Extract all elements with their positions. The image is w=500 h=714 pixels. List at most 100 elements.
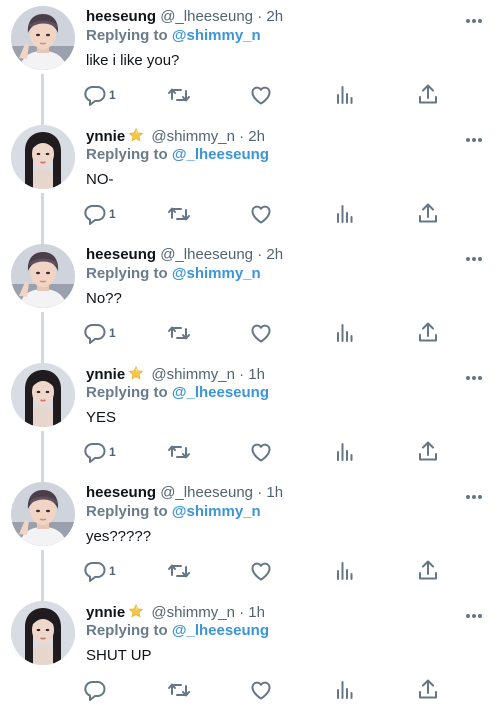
- retweet-icon: [168, 88, 190, 102]
- like-button[interactable]: [248, 558, 274, 584]
- analytics-button[interactable]: [332, 320, 358, 346]
- retweet-button[interactable]: [166, 201, 192, 227]
- analytics-button[interactable]: [332, 201, 358, 227]
- share-button[interactable]: [415, 677, 441, 703]
- tweet[interactable]: ynnie @shimmy_n · 1h Replying to @_lhees…: [0, 595, 500, 714]
- more-options-icon[interactable]: [464, 488, 484, 499]
- heart-icon: [251, 324, 271, 343]
- reply-icon: [84, 442, 106, 463]
- retweet-icon: [168, 683, 190, 697]
- display-name[interactable]: heeseung: [86, 8, 156, 25]
- analytics-icon: [337, 324, 353, 342]
- star-emoji-icon: [128, 603, 144, 624]
- reply-count: 1: [109, 88, 116, 102]
- reply-button[interactable]: 1: [82, 558, 116, 584]
- replying-to-handle-link[interactable]: @_lheeseung: [172, 384, 269, 401]
- reply-button[interactable]: 1: [82, 439, 116, 465]
- like-button[interactable]: [248, 677, 274, 703]
- replying-to-handle-link[interactable]: @_lheeseung: [172, 146, 269, 163]
- share-button[interactable]: [415, 82, 441, 108]
- tweet[interactable]: heeseung @_lheeseung · 2h Replying to @s…: [0, 238, 500, 364]
- tweet-actions: 1: [82, 82, 442, 108]
- avatar[interactable]: [11, 125, 75, 189]
- retweet-button[interactable]: [166, 320, 192, 346]
- tweet-text: No??: [86, 290, 122, 307]
- retweet-button[interactable]: [166, 558, 192, 584]
- more-options-icon[interactable]: [464, 250, 484, 261]
- display-name[interactable]: heeseung: [86, 484, 156, 501]
- avatar[interactable]: [11, 6, 75, 70]
- user-handle[interactable]: @shimmy_n: [151, 604, 235, 621]
- reply-button[interactable]: 1: [82, 320, 116, 346]
- tweet-actions: [82, 677, 442, 703]
- more-options-icon[interactable]: [464, 369, 484, 380]
- heart-icon: [251, 86, 271, 105]
- avatar[interactable]: [11, 244, 75, 308]
- share-button[interactable]: [415, 558, 441, 584]
- more-options-icon[interactable]: [464, 607, 484, 618]
- retweet-icon: [168, 564, 190, 578]
- reply-button[interactable]: [82, 677, 109, 703]
- reply-button[interactable]: 1: [82, 82, 116, 108]
- analytics-icon: [337, 562, 353, 580]
- share-button[interactable]: [415, 439, 441, 465]
- tweet[interactable]: ynnie @shimmy_n · 1h Replying to @_lhees…: [0, 357, 500, 483]
- retweet-button[interactable]: [166, 439, 192, 465]
- analytics-button[interactable]: [332, 558, 358, 584]
- display-name[interactable]: ynnie: [86, 366, 125, 383]
- replying-to: Replying to @shimmy_n: [86, 265, 261, 283]
- replying-to-label: Replying to: [86, 27, 168, 44]
- tweet-header: ynnie @shimmy_n · 1h: [86, 603, 265, 624]
- retweet-button[interactable]: [166, 677, 192, 703]
- user-handle[interactable]: @shimmy_n: [151, 366, 235, 383]
- replying-to-handle-link[interactable]: @shimmy_n: [172, 265, 261, 282]
- avatar[interactable]: [11, 601, 75, 665]
- like-button[interactable]: [248, 201, 274, 227]
- timestamp[interactable]: 1h: [248, 604, 265, 621]
- share-button[interactable]: [415, 201, 441, 227]
- replying-to-handle-link[interactable]: @shimmy_n: [172, 503, 261, 520]
- tweet[interactable]: heeseung @_lheeseung · 1h Replying to @s…: [0, 476, 500, 602]
- replying-to-handle-link[interactable]: @_lheeseung: [172, 622, 269, 639]
- user-handle[interactable]: @_lheeseung: [160, 246, 253, 263]
- avatar[interactable]: [11, 482, 75, 546]
- more-options-icon[interactable]: [464, 12, 484, 23]
- tweet[interactable]: ynnie @shimmy_n · 2h Replying to @_lhees…: [0, 119, 500, 245]
- heart-icon: [251, 443, 271, 462]
- share-icon: [419, 679, 437, 699]
- share-icon: [419, 441, 437, 461]
- retweet-button[interactable]: [166, 82, 192, 108]
- reply-button[interactable]: 1: [82, 201, 116, 227]
- user-handle[interactable]: @shimmy_n: [151, 128, 235, 145]
- avatar[interactable]: [11, 363, 75, 427]
- timestamp[interactable]: 2h: [248, 128, 265, 145]
- analytics-button[interactable]: [332, 677, 358, 703]
- tweet[interactable]: heeseung @_lheeseung · 2h Replying to @s…: [0, 0, 500, 126]
- reply-icon: [84, 204, 106, 225]
- more-options-icon[interactable]: [464, 131, 484, 142]
- replying-to-handle-link[interactable]: @shimmy_n: [172, 27, 261, 44]
- timestamp[interactable]: 1h: [266, 484, 283, 501]
- replying-to: Replying to @_lheeseung: [86, 146, 269, 164]
- replying-to-label: Replying to: [86, 146, 168, 163]
- timestamp[interactable]: 2h: [266, 8, 283, 25]
- user-handle[interactable]: @_lheeseung: [160, 8, 253, 25]
- reply-count: 1: [109, 326, 116, 340]
- display-name[interactable]: ynnie: [86, 604, 125, 621]
- timestamp[interactable]: 2h: [266, 246, 283, 263]
- like-button[interactable]: [248, 320, 274, 346]
- like-button[interactable]: [248, 82, 274, 108]
- analytics-button[interactable]: [332, 82, 358, 108]
- user-handle[interactable]: @_lheeseung: [160, 484, 253, 501]
- replying-to-label: Replying to: [86, 503, 168, 520]
- like-button[interactable]: [248, 439, 274, 465]
- replying-to-label: Replying to: [86, 265, 168, 282]
- share-button[interactable]: [415, 320, 441, 346]
- display-name[interactable]: heeseung: [86, 246, 156, 263]
- timestamp[interactable]: 1h: [248, 366, 265, 383]
- analytics-button[interactable]: [332, 439, 358, 465]
- display-name[interactable]: ynnie: [86, 128, 125, 145]
- reply-thread: heeseung @_lheeseung · 2h Replying to @s…: [0, 0, 500, 709]
- tweet-text: yes?????: [86, 528, 152, 545]
- tweet-header: heeseung @_lheeseung · 2h: [86, 8, 283, 26]
